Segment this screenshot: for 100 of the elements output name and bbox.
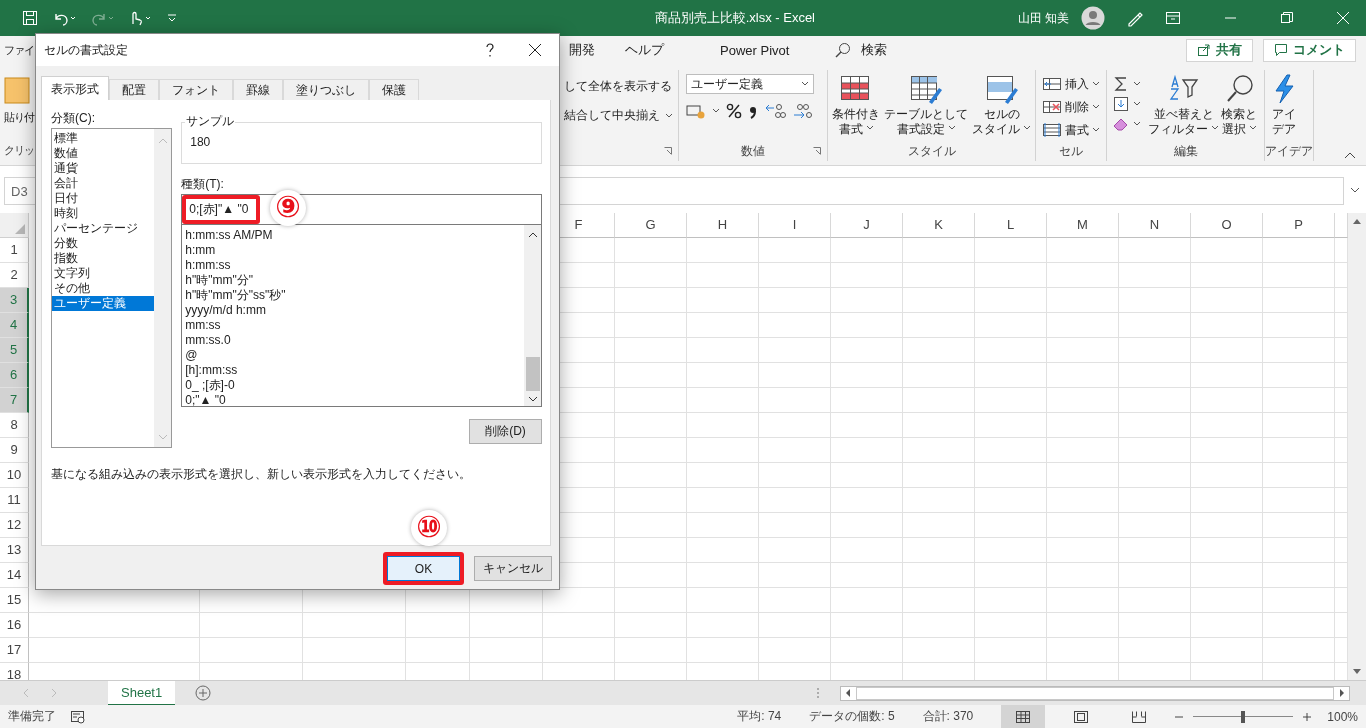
delete-button[interactable]: 削除(D) bbox=[469, 419, 542, 444]
grid-cell[interactable] bbox=[200, 638, 303, 663]
row-header[interactable]: 1 bbox=[0, 238, 29, 263]
grid-cell[interactable] bbox=[903, 638, 975, 663]
grid-cell[interactable] bbox=[615, 488, 687, 513]
row-header[interactable]: 14 bbox=[0, 563, 29, 588]
avatar-icon[interactable] bbox=[1081, 6, 1105, 30]
grid-cell[interactable] bbox=[759, 513, 831, 538]
grid-cell[interactable] bbox=[615, 638, 687, 663]
grid-cell[interactable] bbox=[687, 638, 759, 663]
grid-cell[interactable] bbox=[831, 563, 903, 588]
row-header[interactable]: 17 bbox=[0, 638, 29, 663]
grid-cell[interactable] bbox=[903, 363, 975, 388]
grid-cell[interactable] bbox=[903, 563, 975, 588]
category-item[interactable]: 指数 bbox=[52, 251, 155, 266]
cells-delete-button[interactable]: 削除 bbox=[1042, 97, 1100, 117]
dialog-tab[interactable]: 塗りつぶし bbox=[283, 79, 369, 100]
grid-cell[interactable] bbox=[1047, 388, 1119, 413]
dialog-tab[interactable]: 表示形式 bbox=[41, 76, 109, 100]
grid-cell[interactable] bbox=[543, 638, 615, 663]
grid-cell[interactable] bbox=[1263, 313, 1335, 338]
row-header[interactable]: 10 bbox=[0, 463, 29, 488]
grid-cell[interactable] bbox=[470, 638, 543, 663]
macro-record-icon[interactable] bbox=[70, 709, 86, 724]
grid-cell[interactable] bbox=[903, 313, 975, 338]
format-list[interactable]: h:mm:ss AM/PM h:mm h:mm:ss h"時"mm"分" h"時"mm"分"ss"秒" yyyy/m/d h:mm mm:ss mm:ss.0 @ [h]:mm:ss 0_ ;[赤]-0 0;"▲ "0 bbox=[181, 225, 542, 407]
grid-cell[interactable] bbox=[615, 513, 687, 538]
category-item[interactable]: 文字列 bbox=[52, 266, 155, 281]
row-header[interactable]: 3 bbox=[0, 288, 29, 313]
grid-cell[interactable] bbox=[1119, 438, 1191, 463]
grid-cell[interactable] bbox=[1263, 463, 1335, 488]
grid-cell[interactable] bbox=[687, 488, 759, 513]
category-item[interactable]: 日付 bbox=[52, 191, 155, 206]
save-icon[interactable] bbox=[22, 10, 38, 26]
grid-cell[interactable] bbox=[759, 563, 831, 588]
grid-cell[interactable] bbox=[1047, 638, 1119, 663]
grid-cell[interactable] bbox=[1119, 588, 1191, 613]
grid-cell[interactable] bbox=[1119, 638, 1191, 663]
scroll-up-icon[interactable] bbox=[1352, 217, 1362, 225]
grid-cell[interactable] bbox=[1119, 363, 1191, 388]
grid-cell[interactable] bbox=[1263, 538, 1335, 563]
row-header[interactable]: 8 bbox=[0, 413, 29, 438]
ribbon-tab[interactable]: Power Pivot bbox=[712, 42, 798, 58]
help-icon[interactable] bbox=[485, 43, 495, 57]
grid-cell[interactable] bbox=[1047, 288, 1119, 313]
row-header[interactable]: 9 bbox=[0, 438, 29, 463]
grid-cell[interactable] bbox=[903, 263, 975, 288]
grid-cell[interactable] bbox=[1191, 513, 1263, 538]
grid-cell[interactable] bbox=[687, 388, 759, 413]
grid-cell[interactable] bbox=[831, 238, 903, 263]
grid-cell[interactable] bbox=[1191, 363, 1263, 388]
row-header[interactable]: 7 bbox=[0, 388, 29, 413]
grid-cell[interactable] bbox=[1047, 263, 1119, 288]
grid-cell[interactable] bbox=[831, 413, 903, 438]
grid-cell[interactable] bbox=[1263, 438, 1335, 463]
grid-cell[interactable] bbox=[759, 588, 831, 613]
grid-cell[interactable] bbox=[975, 588, 1047, 613]
increase-decimal-icon[interactable] bbox=[764, 102, 786, 120]
grid-cell[interactable] bbox=[759, 413, 831, 438]
category-item[interactable]: パーセンテージ bbox=[52, 221, 155, 236]
grid-cell[interactable] bbox=[831, 538, 903, 563]
grid-cell[interactable] bbox=[1191, 538, 1263, 563]
row-header[interactable]: 15 bbox=[0, 588, 29, 613]
grid-cell[interactable] bbox=[903, 388, 975, 413]
ok-button[interactable]: OK bbox=[387, 556, 460, 581]
grid-cell[interactable] bbox=[1119, 263, 1191, 288]
ribbon-tab[interactable]: ヘルプ bbox=[617, 41, 672, 59]
style-button[interactable]: セルの スタイル bbox=[971, 74, 1032, 137]
grid-cell[interactable] bbox=[1191, 563, 1263, 588]
comment-button[interactable]: コメント bbox=[1263, 38, 1356, 62]
grid-cell[interactable] bbox=[1263, 613, 1335, 638]
grid-cell[interactable] bbox=[759, 288, 831, 313]
grid-cell[interactable] bbox=[1191, 338, 1263, 363]
grid-cell[interactable] bbox=[903, 488, 975, 513]
grid-cell[interactable] bbox=[903, 338, 975, 363]
grid-cell[interactable] bbox=[687, 538, 759, 563]
horizontal-scrollbar[interactable] bbox=[840, 685, 1350, 701]
grid-cell[interactable] bbox=[1119, 288, 1191, 313]
grid-cell[interactable] bbox=[759, 438, 831, 463]
category-item[interactable]: 分数 bbox=[52, 236, 155, 251]
scroll-right-icon[interactable] bbox=[1338, 688, 1346, 698]
grid-cell[interactable] bbox=[975, 313, 1047, 338]
dialog-launcher-icon[interactable] bbox=[813, 147, 821, 155]
paste-button[interactable]: 貼り付 bbox=[4, 74, 34, 125]
grid-cell[interactable] bbox=[975, 513, 1047, 538]
search-label[interactable]: 検索 bbox=[861, 41, 888, 59]
grid-cell[interactable] bbox=[1263, 588, 1335, 613]
grid-cell[interactable] bbox=[1047, 588, 1119, 613]
column-header[interactable]: M bbox=[1047, 213, 1119, 238]
cells-format-button[interactable]: 書式 bbox=[1042, 120, 1100, 140]
grid-cell[interactable] bbox=[831, 288, 903, 313]
grid-cell[interactable] bbox=[975, 238, 1047, 263]
grid-cell[interactable] bbox=[831, 613, 903, 638]
ideas-button[interactable]: アイ デア bbox=[1271, 74, 1297, 137]
grid-cell[interactable] bbox=[903, 513, 975, 538]
grid-cell[interactable] bbox=[200, 613, 303, 638]
format-item[interactable]: yyyy/m/d h:mm bbox=[185, 303, 524, 318]
grid-cell[interactable] bbox=[615, 613, 687, 638]
grid-cell[interactable] bbox=[759, 363, 831, 388]
grid-cell[interactable] bbox=[1191, 588, 1263, 613]
